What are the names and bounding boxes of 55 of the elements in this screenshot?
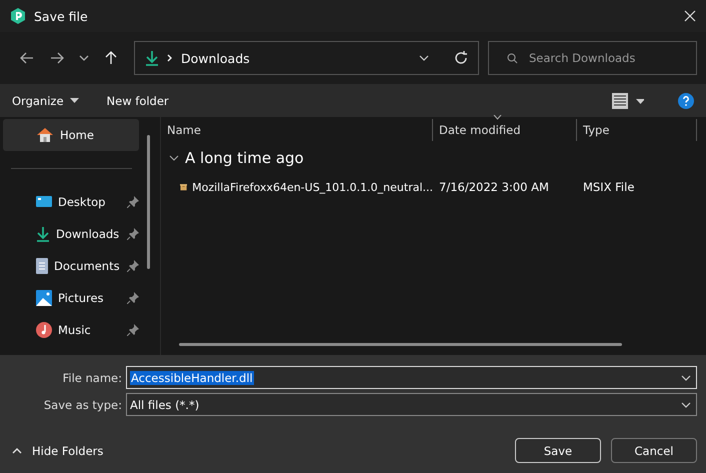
pin-icon[interactable] xyxy=(127,228,139,240)
organize-menu[interactable]: Organize xyxy=(12,94,79,108)
pin-icon[interactable] xyxy=(127,324,139,336)
window-title: Save file xyxy=(34,8,89,24)
sidebar-item[interactable]: Documents xyxy=(3,250,139,282)
search-icon xyxy=(507,53,518,64)
sidebar-item[interactable]: Home xyxy=(3,119,139,151)
refresh-icon[interactable] xyxy=(454,51,468,65)
close-icon[interactable] xyxy=(684,10,696,22)
new-folder-button[interactable]: New folder xyxy=(106,94,169,108)
sidebar-item[interactable]: Desktop xyxy=(3,186,139,218)
file-name[interactable]: MozillaFirefoxx64en-US_101.0.1.0_neutral... xyxy=(192,180,433,194)
column-header[interactable]: Date modified xyxy=(433,119,577,141)
view-options-icon[interactable] xyxy=(612,92,644,108)
picture-icon xyxy=(36,290,52,306)
back-arrow-icon xyxy=(20,52,34,64)
download-icon xyxy=(36,226,50,242)
chevron-down-icon xyxy=(79,54,89,62)
sort-caret-icon xyxy=(493,115,502,120)
download-icon xyxy=(145,50,159,66)
pin-icon[interactable] xyxy=(127,260,139,272)
field-label: File name: xyxy=(62,370,122,384)
search-field[interactable]: Search Downloads xyxy=(488,41,697,75)
help-icon[interactable] xyxy=(678,92,694,108)
date-cell-text: 7/16/2022 3:00 AM xyxy=(438,180,550,194)
scrollbar[interactable] xyxy=(179,343,622,346)
field-label: Save as type: xyxy=(42,398,122,412)
sidebar-item[interactable]: Downloads xyxy=(3,218,139,250)
music-icon xyxy=(36,322,52,338)
pin-icon[interactable] xyxy=(127,196,139,208)
collapse-chevron-icon[interactable] xyxy=(169,155,179,161)
address-path[interactable]: Downloads xyxy=(181,50,410,66)
chevron-up-icon xyxy=(12,448,22,454)
sidebar-item[interactable]: Music xyxy=(3,314,139,346)
cancel-button[interactable]: Cancel xyxy=(611,438,697,463)
scrollbar[interactable] xyxy=(147,135,150,269)
type-cell-text: MSIX File xyxy=(582,180,634,194)
up-arrow-icon xyxy=(105,51,117,65)
sidebar-item[interactable]: Pictures xyxy=(3,282,139,314)
document-icon xyxy=(36,258,48,274)
pin-icon[interactable] xyxy=(127,292,139,304)
house-icon xyxy=(36,127,54,143)
app-logo-icon xyxy=(10,8,26,24)
hide-folders-button[interactable]: Hide Folders xyxy=(12,444,104,458)
address-bar[interactable]: Downloads xyxy=(134,41,479,75)
forward-arrow-icon xyxy=(50,52,64,64)
save-button[interactable]: Save xyxy=(515,438,601,463)
column-header[interactable]: Type xyxy=(577,119,697,141)
file-name-field[interactable]: AccessibleHandler.dll xyxy=(126,366,697,389)
desktop-icon xyxy=(36,195,52,209)
chevron-right-icon xyxy=(167,54,173,62)
column-header[interactable]: Name xyxy=(161,119,433,141)
file-type-dropdown[interactable]: All files (*.*) xyxy=(126,393,697,416)
caret-icon xyxy=(70,98,79,103)
group-header[interactable]: A long time ago xyxy=(185,149,304,167)
